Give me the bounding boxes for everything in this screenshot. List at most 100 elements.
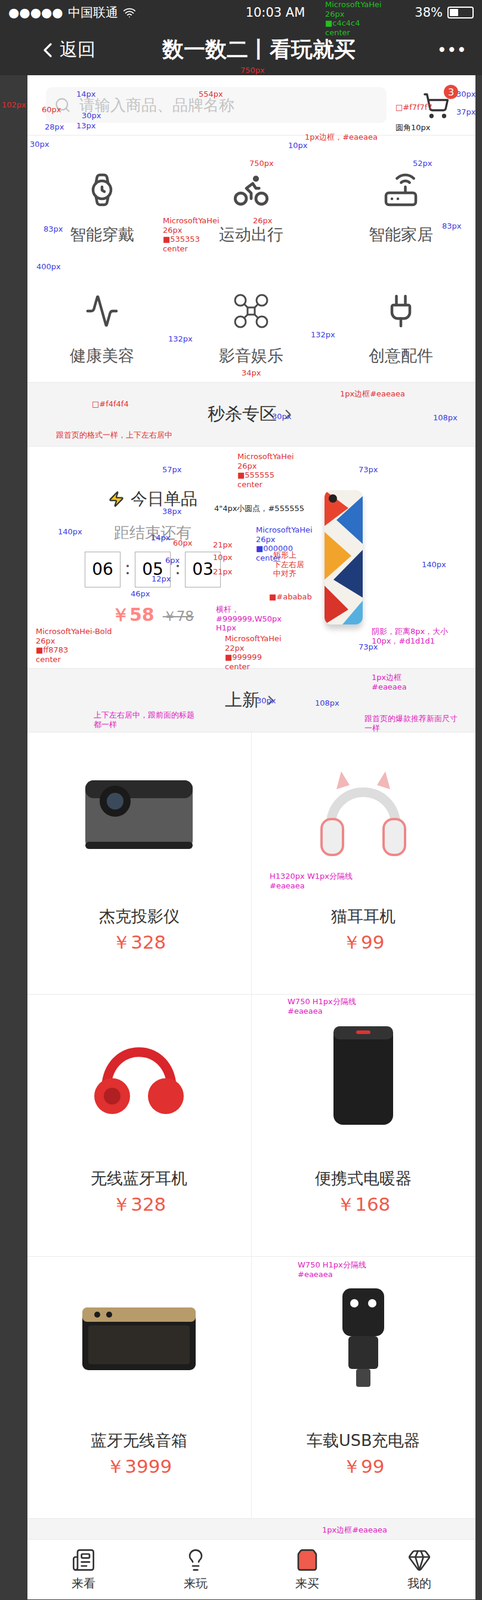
battery-text: 38% bbox=[414, 5, 443, 20]
category-grid: 智能穿戴 运动出行智能家居健康美容影音娱乐创意配件 bbox=[27, 135, 476, 382]
tab-icon bbox=[295, 1546, 320, 1571]
annotation: 1px边框，#eaeaea bbox=[304, 132, 378, 142]
category-icon-box bbox=[84, 170, 120, 209]
category-item[interactable]: 智能穿戴 bbox=[27, 170, 177, 245]
product-price: ￥328 bbox=[112, 929, 166, 954]
annotation: 73px bbox=[358, 641, 379, 652]
product-card[interactable]: 猫耳耳机￥99 bbox=[251, 731, 477, 994]
annotation: H1320px W1px分隔线 #eaeaea bbox=[269, 870, 353, 890]
tab-bar: 来看来玩来买我的 bbox=[27, 1538, 476, 1599]
annotation: 108px bbox=[433, 412, 458, 423]
tab-item[interactable]: 我的 bbox=[363, 1538, 476, 1599]
plug-icon bbox=[382, 292, 419, 329]
annotation: 26px bbox=[252, 215, 273, 226]
annotation: 57px bbox=[162, 464, 182, 475]
annotation: 140px bbox=[57, 526, 83, 537]
divider-strip bbox=[27, 1517, 476, 1539]
signal: ●●●●● bbox=[8, 5, 64, 20]
charger-icon bbox=[333, 1284, 394, 1389]
price: ￥58 bbox=[111, 602, 155, 627]
product-card[interactable]: 便携式电暖器￥168 bbox=[251, 993, 477, 1256]
router-icon bbox=[382, 171, 419, 208]
annotation: 1px边框 #eaeaea bbox=[371, 672, 407, 691]
annotation: 108px bbox=[314, 697, 340, 708]
projector-icon bbox=[82, 770, 196, 855]
category-icon-box bbox=[232, 291, 270, 330]
timer: 060503 bbox=[84, 551, 221, 587]
product-grid: 杰克投影仪 ￥328 猫耳耳机￥99 无线蓝牙耳机 ￥328 便携式电暖器￥168蓝牙无线… bbox=[27, 731, 476, 1518]
search-row: 3 bbox=[27, 75, 476, 136]
chevron-right-icon bbox=[263, 691, 279, 708]
product-name: 车载USB充电器 bbox=[306, 1429, 420, 1450]
product-name: 杰克投影仪 bbox=[99, 905, 180, 926]
annotation: 21px bbox=[212, 566, 233, 577]
category-item[interactable]: 智能家居 bbox=[326, 170, 476, 245]
category-label: 智能穿戴 bbox=[69, 224, 135, 245]
new-arrivals-header[interactable]: 上新 bbox=[27, 667, 476, 732]
back-button[interactable]: 返回 bbox=[35, 37, 102, 63]
tab-icon bbox=[407, 1546, 432, 1571]
search-input[interactable] bbox=[78, 95, 379, 115]
section-title: 秒杀专区 bbox=[207, 402, 277, 426]
today-deal[interactable]: 今日单品距结束还有060503￥58￥78 bbox=[27, 446, 476, 668]
annotation: MicrosoftYaHei 26px ■000000 center bbox=[255, 524, 313, 562]
tab-item[interactable]: 来看 bbox=[27, 1538, 140, 1599]
tab-item[interactable]: 来买 bbox=[251, 1538, 364, 1599]
annotation: 12px bbox=[151, 573, 172, 584]
speaker-icon bbox=[79, 1300, 199, 1373]
product-name: 猫耳耳机 bbox=[331, 905, 396, 926]
more-button[interactable]: ••• bbox=[416, 39, 471, 61]
chevron-right-icon bbox=[280, 406, 296, 422]
annotation: 60px bbox=[172, 538, 193, 548]
annotation: 上下左右居中，跟前面的标题 都一样 bbox=[93, 709, 195, 729]
search-icon bbox=[54, 96, 71, 114]
annotation: 1px边框#eaeaea bbox=[340, 388, 406, 399]
category-item[interactable]: 运动出行 bbox=[176, 170, 326, 245]
product-image bbox=[79, 1020, 199, 1129]
today-title: 今日单品 bbox=[107, 487, 198, 511]
annotation: 750px bbox=[249, 158, 274, 169]
annotation: 83px bbox=[43, 224, 64, 234]
cart-badge: 3 bbox=[443, 84, 459, 100]
category-item[interactable]: 健康美容 bbox=[27, 291, 177, 366]
annotation-layer: MicrosoftYaHei 26px ■c4c4c4 center750px5… bbox=[0, 0, 482, 1599]
timer-separator bbox=[170, 564, 185, 574]
category-item[interactable]: 创意配件 bbox=[326, 291, 476, 366]
product-price: ￥328 bbox=[112, 1191, 166, 1216]
today-info: 今日单品距结束还有060503￥58￥78 bbox=[27, 487, 278, 627]
product-card[interactable]: 杰克投影仪 ￥328 bbox=[27, 731, 252, 994]
page: ●●●●●中国联通10:03 AM38%返回数一数二丨看玩就买•••3智能穿戴运… bbox=[0, 0, 482, 1599]
annotation: ■#ababab bbox=[269, 591, 312, 602]
annotation: 140px bbox=[421, 559, 447, 570]
product-image bbox=[303, 1020, 423, 1129]
annotation: 10px bbox=[212, 552, 233, 562]
annotation: □#f7f7f7 bbox=[395, 102, 433, 113]
category-icon-box bbox=[84, 291, 120, 330]
annotation: 554px bbox=[198, 89, 224, 100]
lightning-icon bbox=[107, 490, 125, 508]
product-card[interactable]: 蓝牙无线音箱￥3999 bbox=[27, 1255, 252, 1518]
product-name: 无线蓝牙耳机 bbox=[90, 1167, 188, 1188]
flash-sale-header[interactable]: 秒杀专区 bbox=[27, 381, 476, 447]
category-label: 智能家居 bbox=[368, 224, 434, 245]
product-price: ￥3999 bbox=[106, 1453, 172, 1478]
tab-item[interactable]: 来玩 bbox=[139, 1538, 252, 1599]
search-box bbox=[45, 87, 387, 123]
annotation: 400px bbox=[36, 261, 61, 272]
wifi-icon bbox=[122, 5, 137, 20]
cart-button[interactable]: 3 bbox=[422, 90, 454, 120]
section-title: 上新 bbox=[224, 687, 260, 712]
annotation: W750 H1px分隔线 #eaeaea bbox=[287, 996, 357, 1015]
product-card[interactable]: 无线蓝牙耳机 ￥328 bbox=[27, 993, 252, 1256]
heater-icon bbox=[327, 1022, 400, 1127]
product-card[interactable]: 车载USB充电器￥99 bbox=[251, 1255, 477, 1518]
annotation: 1px边框#eaeaea bbox=[322, 1524, 388, 1534]
product-name: 便携式电暖器 bbox=[314, 1167, 412, 1188]
timer-box: 03 bbox=[184, 551, 221, 587]
carrier: 中国联通 bbox=[68, 4, 119, 21]
annotation: 6px bbox=[165, 555, 180, 565]
category-item[interactable]: 影音娱乐 bbox=[176, 291, 326, 366]
carrier-group: ●●●●● 中国联通 bbox=[8, 4, 137, 21]
annotation: 37px bbox=[456, 107, 477, 117]
status-bar: ●●●●●中国联通10:03 AM38% bbox=[0, 0, 482, 25]
